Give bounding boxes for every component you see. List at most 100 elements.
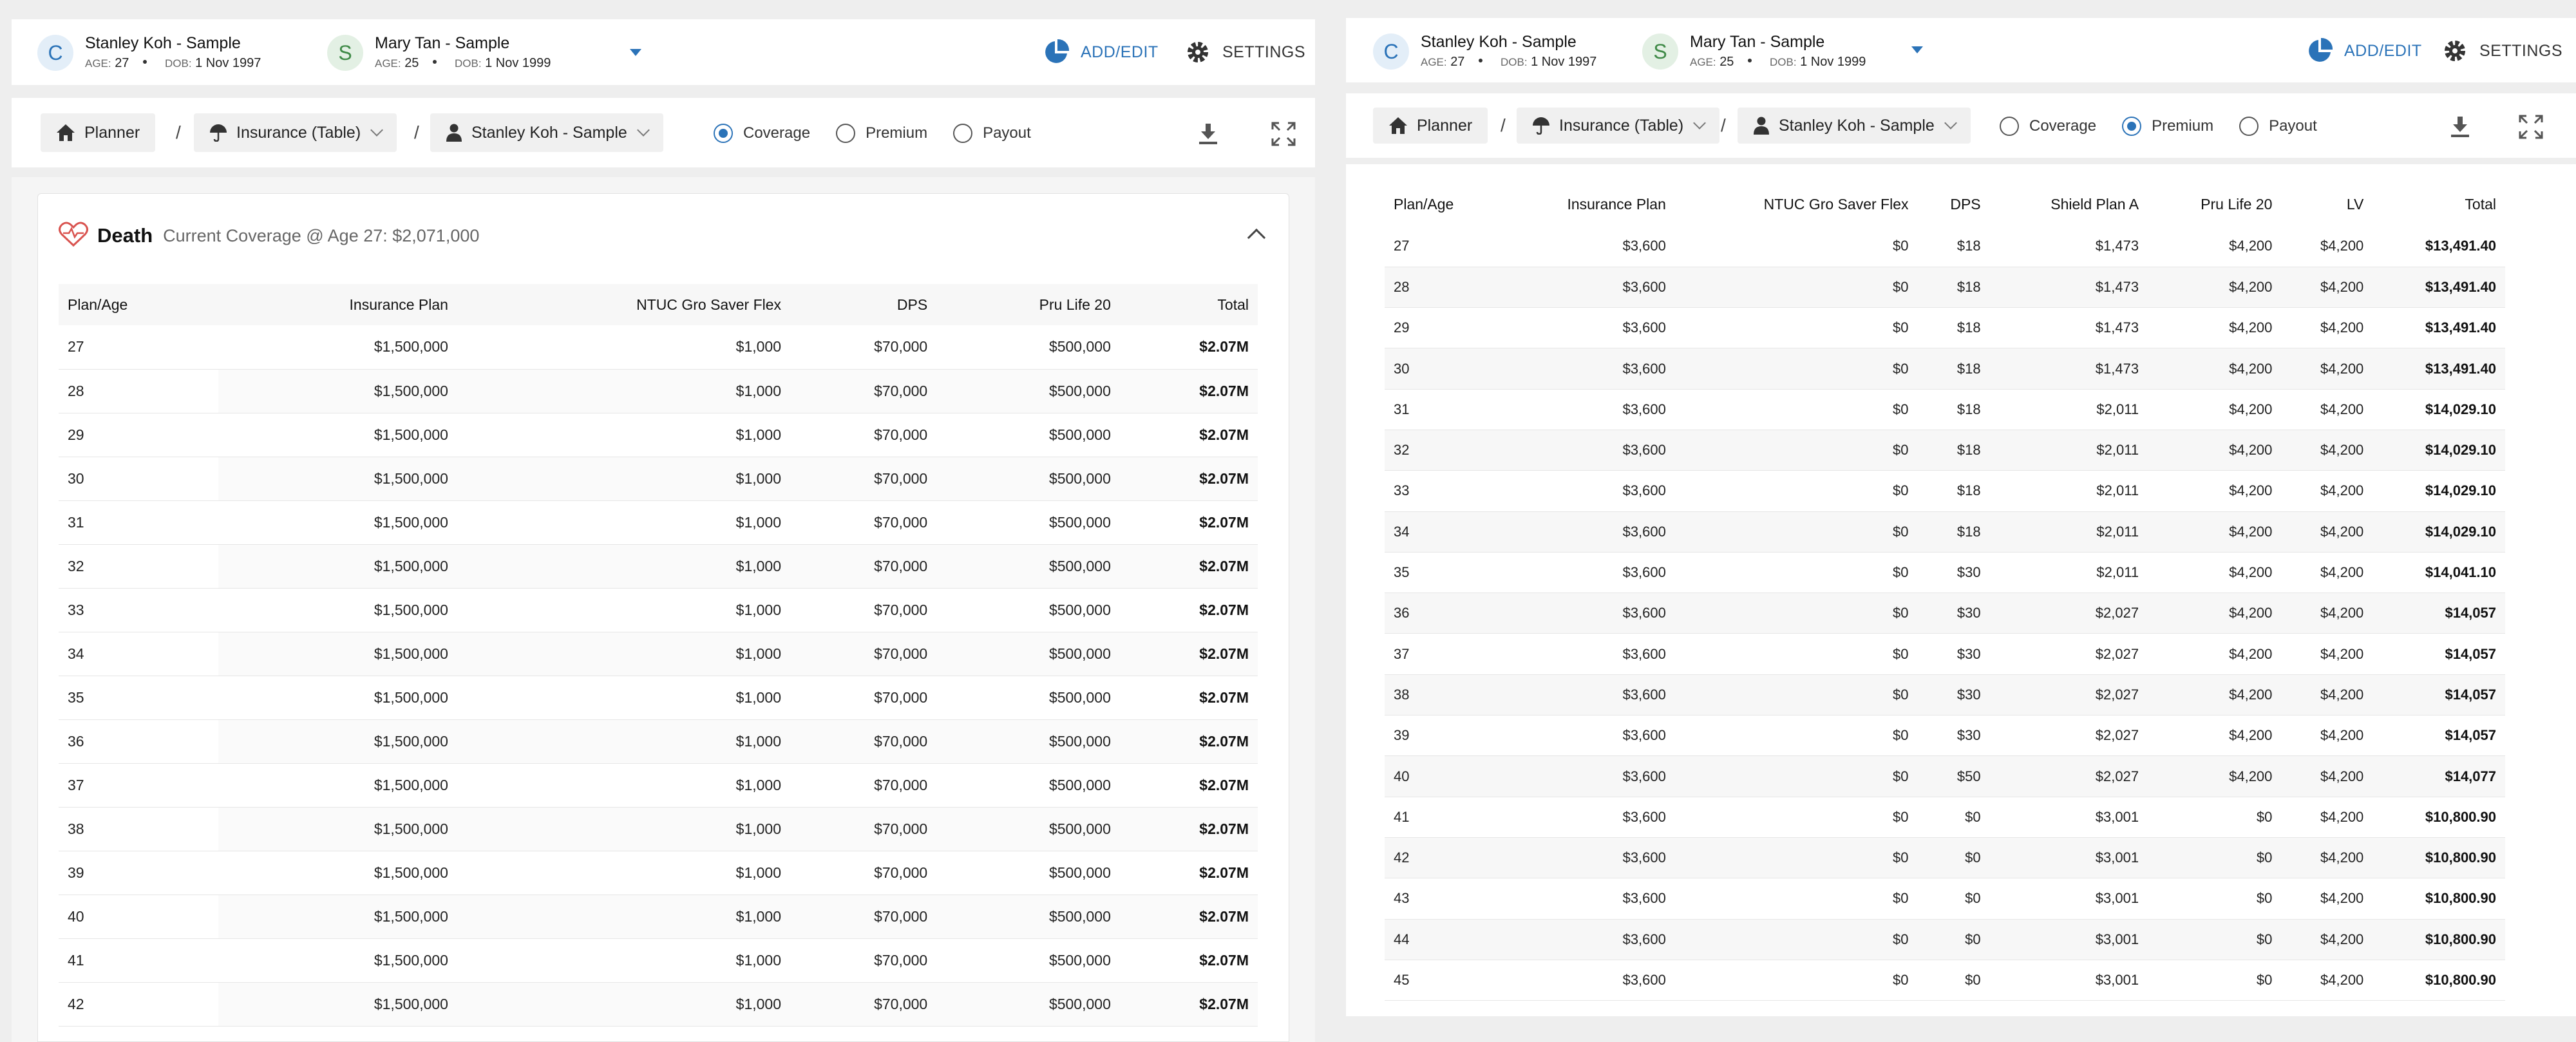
client-name: Mary Tan - Sample (375, 33, 510, 52)
total-cell: $10,800.90 (2372, 878, 2505, 920)
chevron-down-icon (370, 124, 384, 137)
value-cell: $1,500,000 (218, 369, 457, 413)
value-cell: $3,600 (1501, 919, 1675, 960)
breadcrumb-person[interactable]: Stanley Koh - Sample (1738, 108, 1971, 144)
breadcrumb-label: Insurance (Table) (236, 123, 361, 142)
age-cell: 38 (59, 807, 219, 851)
download-icon[interactable] (2447, 114, 2473, 140)
client-age: 25 (1719, 54, 1734, 69)
payout-radio[interactable] (953, 124, 973, 143)
breadcrumb-planner[interactable]: Planner (41, 113, 156, 152)
value-cell: $3,001 (1989, 797, 2148, 838)
value-cell: $0 (1674, 348, 1918, 390)
age-cell: 33 (1385, 470, 1501, 512)
value-cell: $3,600 (1501, 348, 1675, 390)
coverage-radio[interactable] (2000, 117, 2019, 136)
value-cell: $4,200 (2281, 552, 2373, 594)
chevron-up-icon[interactable] (1247, 228, 1266, 247)
client-dob: 1 Nov 1997 (195, 55, 261, 70)
value-cell: $500,000 (936, 719, 1120, 764)
total-cell: $14,041.10 (2372, 552, 2505, 594)
fullscreen-icon[interactable] (1271, 121, 1296, 147)
age-cell: 40 (59, 895, 219, 939)
value-cell: $70,000 (790, 588, 937, 632)
age-cell: 29 (59, 413, 219, 457)
value-cell: $3,600 (1501, 511, 1675, 553)
value-cell: $3,600 (1501, 389, 1675, 430)
value-cell: $4,200 (2148, 470, 2282, 512)
client-dropdown-caret-icon[interactable] (1911, 46, 1923, 53)
client-mary[interactable]: S Mary Tan - Sample AGE: 25 DOB: 1 Nov 1… (327, 33, 560, 72)
table-row: 41 $3,600 $0 $0 $3,001 $0 $4,200 $10,800.90 (1385, 797, 2505, 838)
premium-radio[interactable] (2122, 117, 2142, 136)
value-cell: $18 (1917, 430, 1990, 471)
value-cell: $1,000 (457, 982, 791, 1027)
value-cell: $18 (1917, 267, 1990, 308)
breadcrumb-insurance[interactable]: Insurance (Table) (1517, 108, 1720, 144)
value-cell: $500,000 (936, 325, 1120, 370)
coverage-radio[interactable] (714, 124, 733, 143)
home-icon (1388, 117, 1408, 135)
table-row: 38 $3,600 $0 $30 $2,027 $4,200 $4,200 $14,057 (1385, 674, 2505, 716)
age-cell: 38 (1385, 674, 1501, 716)
value-cell: $70,000 (790, 413, 937, 457)
add-edit-button[interactable]: ADD/EDIT (2306, 36, 2422, 66)
total-cell: $14,029.10 (2372, 430, 2505, 471)
total-cell: $2.07M (1119, 588, 1258, 632)
client-age: 25 (404, 55, 419, 70)
client-header: C Stanley Koh - Sample AGE: 27 DOB: 1 No… (12, 19, 1315, 85)
dob-label: DOB: (1770, 55, 1797, 68)
client-stanley[interactable]: C Stanley Koh - Sample AGE: 27 DOB: 1 No… (37, 33, 270, 72)
table-row: 42 $1,500,000 $1,000 $70,000 $500,000 $2.07M (59, 982, 1258, 1027)
table-row: 36 $1,500,000 $1,000 $70,000 $500,000 $2.07M (59, 719, 1258, 764)
value-cell: $1,000 (457, 457, 791, 501)
download-icon[interactable] (1195, 121, 1221, 147)
value-cell: $1,000 (457, 807, 791, 851)
client-name: Stanley Koh - Sample (85, 33, 241, 52)
table-row: 27 $3,600 $0 $18 $1,473 $4,200 $4,200 $13,491.4… (1385, 226, 2505, 267)
value-cell: $30 (1917, 633, 1990, 675)
table-row: 39 $1,500,000 $1,000 $70,000 $500,000 $2.07M (59, 851, 1258, 895)
value-cell: $1,000 (457, 500, 791, 545)
home-icon (56, 124, 75, 142)
age-label: AGE: (375, 57, 401, 70)
column-header: DPS (790, 284, 937, 325)
value-cell: $0 (1674, 960, 1918, 1001)
settings-button[interactable]: SETTINGS (1184, 37, 1305, 67)
value-cell: $4,200 (2281, 307, 2373, 349)
add-edit-label: ADD/EDIT (2344, 41, 2422, 60)
settings-button[interactable]: SETTINGS (2441, 36, 2562, 66)
value-cell: $70,000 (790, 982, 937, 1027)
value-cell: $500,000 (936, 544, 1120, 589)
value-cell: $1,000 (457, 895, 791, 939)
value-cell: $0 (1674, 470, 1918, 512)
age-cell: 27 (1385, 226, 1501, 267)
breadcrumb-planner[interactable]: Planner (1373, 108, 1488, 144)
gear-icon (1184, 38, 1212, 66)
breadcrumb-label: Planner (84, 123, 140, 142)
breadcrumb-person[interactable]: Stanley Koh - Sample (430, 113, 663, 152)
client-mary[interactable]: S Mary Tan - Sample AGE: 25 DOB: 1 Nov 1… (1642, 32, 1875, 71)
total-cell: $14,029.10 (2372, 470, 2505, 512)
fullscreen-icon[interactable] (2518, 114, 2544, 140)
client-stanley[interactable]: C Stanley Koh - Sample AGE: 27 DOB: 1 No… (1373, 32, 1605, 71)
client-dropdown-caret-icon[interactable] (630, 49, 641, 56)
value-cell: $18 (1917, 511, 1990, 553)
value-cell: $1,000 (457, 544, 791, 589)
premium-radio[interactable] (836, 124, 856, 143)
death-coverage-section: Death Current Coverage @ Age 27: $2,071,… (37, 193, 1289, 1042)
client-avatar: S (327, 35, 363, 71)
column-header: LV (2281, 182, 2373, 226)
total-cell: $10,800.90 (2372, 960, 2505, 1001)
age-cell: 35 (59, 676, 219, 720)
value-cell: $1,500,000 (218, 413, 457, 457)
table-row: 44 $3,600 $0 $0 $3,001 $0 $4,200 $10,800.90 (1385, 919, 2505, 960)
payout-radio[interactable] (2239, 117, 2259, 136)
breadcrumb-insurance[interactable]: Insurance (Table) (194, 113, 397, 152)
column-header: Plan/Age (59, 284, 219, 325)
premium-panel: C Stanley Koh - Sample AGE: 27 DOB: 1 No… (1346, 0, 2576, 1042)
value-cell: $4,200 (2281, 592, 2373, 634)
add-edit-button[interactable]: ADD/EDIT (1042, 37, 1159, 67)
age-cell: 41 (59, 938, 219, 983)
section-header[interactable]: Death Current Coverage @ Age 27: $2,071,… (38, 194, 1289, 278)
